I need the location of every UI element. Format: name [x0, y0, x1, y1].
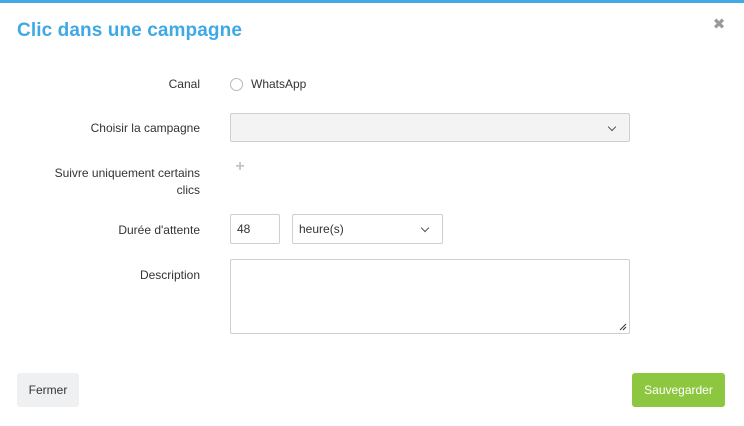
campagne-label: Choisir la campagne [90, 121, 200, 135]
close-icon[interactable]: ✖ [712, 16, 726, 34]
sauvegarder-button[interactable]: Sauvegarder [632, 373, 725, 407]
description-textarea[interactable] [230, 259, 630, 334]
clics-label-line1: Suivre uniquement certains [54, 166, 200, 180]
canal-label: Canal [168, 77, 200, 91]
description-label: Description [139, 268, 200, 282]
modal-top-accent-bar [0, 0, 744, 3]
duree-label: Durée d'attente [118, 223, 200, 237]
whatsapp-radio-label[interactable]: WhatsApp [251, 77, 306, 91]
modal-title: Clic dans une campagne [17, 20, 242, 41]
plus-icon[interactable]: + [234, 159, 246, 175]
clics-label-line2: clics [176, 183, 200, 197]
fermer-button[interactable]: Fermer [17, 373, 79, 407]
chevron-down-icon [420, 223, 430, 233]
whatsapp-radio[interactable] [230, 77, 243, 91]
chevron-down-icon [607, 122, 617, 132]
resize-handle-icon[interactable] [619, 323, 627, 331]
duree-unit-value: heure(s) [299, 222, 344, 236]
duree-unit-select[interactable]: heure(s) [292, 214, 443, 244]
duree-input[interactable]: 48 [230, 214, 280, 244]
campagne-select[interactable] [230, 113, 630, 142]
whatsapp-radio-option[interactable]: WhatsApp [230, 76, 306, 92]
